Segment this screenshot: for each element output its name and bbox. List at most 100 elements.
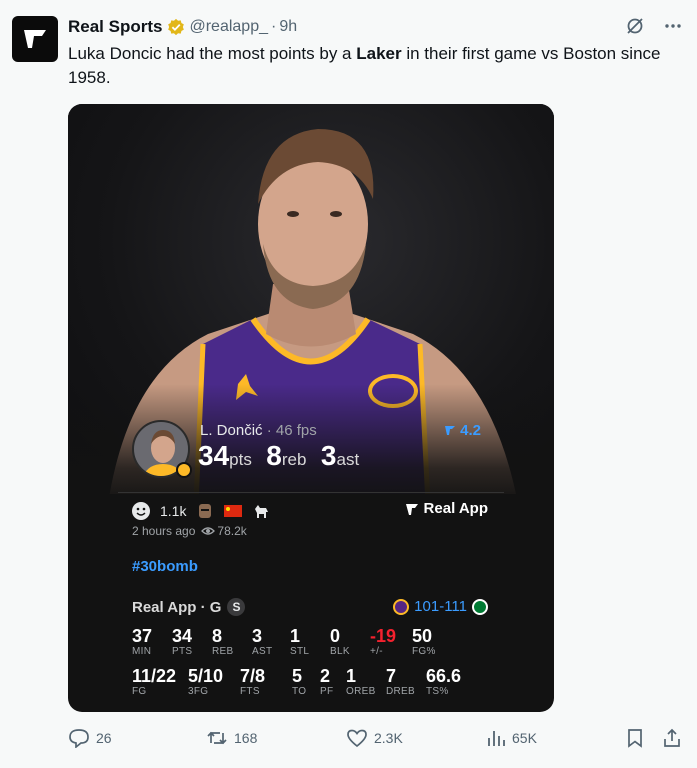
reply-icon xyxy=(69,729,89,748)
real-app-logo-small-icon xyxy=(405,503,418,515)
stat-value: 1 xyxy=(290,626,301,646)
player-name-line: L. Dončić · 46 fps xyxy=(200,422,317,439)
stat-value: 5/10 xyxy=(188,666,224,686)
china-flag-icon[interactable] xyxy=(224,503,243,519)
tweet-header: Real Sports @realapp_ · 9h xyxy=(68,16,297,38)
card-divider xyxy=(118,492,504,493)
stat-label: REB xyxy=(212,646,234,657)
hashtag-link[interactable]: #30bomb xyxy=(132,558,198,575)
stat-fts: 7/8 FTS xyxy=(240,666,265,698)
smile-reaction-icon[interactable] xyxy=(132,502,150,520)
stat-label: STL xyxy=(290,646,310,657)
author-avatar[interactable] xyxy=(12,16,58,62)
reactions-bar: 1.1k xyxy=(132,500,270,522)
player-summary: L. Dončić · 46 fps 34pts 8reb 3ast 4.2 xyxy=(132,420,492,480)
author-handle[interactable]: @realapp_ xyxy=(189,18,268,36)
like-button[interactable]: 2.3K xyxy=(346,727,403,749)
stat-fg-pct: 50 FG% xyxy=(412,626,436,658)
share-icon xyxy=(664,728,680,747)
stat-fg: 11/22 FG xyxy=(132,666,176,698)
stat-rebounds-value: 8 xyxy=(266,440,282,471)
stat-label: 3FG xyxy=(188,686,209,697)
stat-pts: 34 PTS xyxy=(172,626,192,658)
repost-count: 168 xyxy=(234,730,258,746)
tweet-text: Luka Doncic had the most points by a Lak… xyxy=(68,42,678,90)
share-button[interactable] xyxy=(662,727,682,749)
reaction-count: 1.1k xyxy=(160,503,187,519)
author-name[interactable]: Real Sports xyxy=(68,17,162,37)
stat-value: 5 xyxy=(292,666,303,686)
stat-reb: 8 REB xyxy=(212,626,233,658)
stat-points-value: 34 xyxy=(198,440,230,471)
views-button[interactable]: 65K xyxy=(486,727,537,749)
stat-value: 3 xyxy=(252,626,263,646)
stat-dreb: 7 DREB xyxy=(386,666,415,698)
stat-label: DREB xyxy=(386,686,415,697)
stat-blk: 0 BLK xyxy=(330,626,350,658)
stat-label: PF xyxy=(320,686,334,697)
stat-assists-unit: ast xyxy=(336,450,360,469)
stat-ast: 3 AST xyxy=(252,626,272,658)
posted-time: 2 hours ago xyxy=(132,524,196,538)
boxscore-title: Real App · G xyxy=(132,598,222,616)
goat-icon[interactable] xyxy=(252,503,270,519)
celtics-logo-icon xyxy=(472,598,488,615)
lakers-badge-icon xyxy=(176,462,192,478)
top-actions xyxy=(625,16,683,36)
stat-value: -19 xyxy=(370,626,397,646)
stat-label: OREB xyxy=(346,686,376,697)
bookmark-icon xyxy=(628,729,642,748)
stat-value: 2 xyxy=(320,666,331,686)
stat-label: FG% xyxy=(412,646,436,657)
stat-label: AST xyxy=(252,646,273,657)
stat-value: 37 xyxy=(132,626,153,646)
stat-points-unit: pts xyxy=(229,450,252,469)
more-options-icon[interactable] xyxy=(663,16,683,36)
grok-icon[interactable] xyxy=(625,16,645,36)
real-app-link[interactable]: Real App xyxy=(405,500,488,517)
rating-value: 4.2 xyxy=(460,422,482,439)
stat-value: 11/22 xyxy=(132,666,177,686)
tweet-text-part: Luka Doncic had the most points by a xyxy=(68,44,357,63)
like-count: 2.3K xyxy=(374,730,403,746)
stat-min: 37 MIN xyxy=(132,626,152,658)
stat-plus-minus: -19 +/- xyxy=(370,626,396,658)
stat-value: 7 xyxy=(386,666,397,686)
analytics-icon xyxy=(488,731,505,746)
stat-value: 34 xyxy=(172,626,193,646)
stat-oreb: 1 OREB xyxy=(346,666,376,698)
stat-value: 8 xyxy=(212,626,223,646)
bookmark-button[interactable] xyxy=(626,727,644,749)
stat-value: 50 xyxy=(412,626,433,646)
stat-label: FG xyxy=(132,686,147,697)
repost-button[interactable]: 168 xyxy=(206,727,257,749)
post-meta: 2 hours ago 78.2k xyxy=(132,524,247,538)
stat-label: BLK xyxy=(330,646,350,657)
boxscore-badge: S xyxy=(227,598,246,616)
game-score[interactable]: 101-111 xyxy=(393,598,488,615)
player-name[interactable]: L. Dončić xyxy=(200,422,263,439)
verified-badge-icon xyxy=(168,18,185,36)
repost-icon xyxy=(207,731,227,745)
media-card[interactable]: L. Dončić · 46 fps 34pts 8reb 3ast 4.2 1… xyxy=(68,104,554,712)
tweet-text-bold: Laker xyxy=(356,44,402,63)
face-reaction-icon[interactable] xyxy=(196,503,214,519)
reply-button[interactable]: 26 xyxy=(68,727,112,749)
score-value: 101-111 xyxy=(414,598,467,615)
view-count-total: 65K xyxy=(512,730,537,746)
stat-3fg: 5/10 3FG xyxy=(188,666,223,698)
stat-stl: 1 STL xyxy=(290,626,309,658)
heart-icon xyxy=(347,729,367,748)
player-rating[interactable]: 4.2 xyxy=(444,422,481,439)
stat-value: 7/8 xyxy=(240,666,266,686)
stat-value: 1 xyxy=(346,666,357,686)
stat-label: FTS xyxy=(240,686,260,697)
tweet-timestamp[interactable]: 9h xyxy=(279,18,297,36)
stat-pf: 2 PF xyxy=(320,666,333,698)
reply-count: 26 xyxy=(96,730,112,746)
stat-value: 66.6 xyxy=(426,666,462,686)
stat-assists-value: 3 xyxy=(320,440,337,471)
header-separator: · xyxy=(271,18,277,35)
stat-label: PTS xyxy=(172,646,193,657)
stat-ts-pct: 66.6 TS% xyxy=(426,666,461,698)
